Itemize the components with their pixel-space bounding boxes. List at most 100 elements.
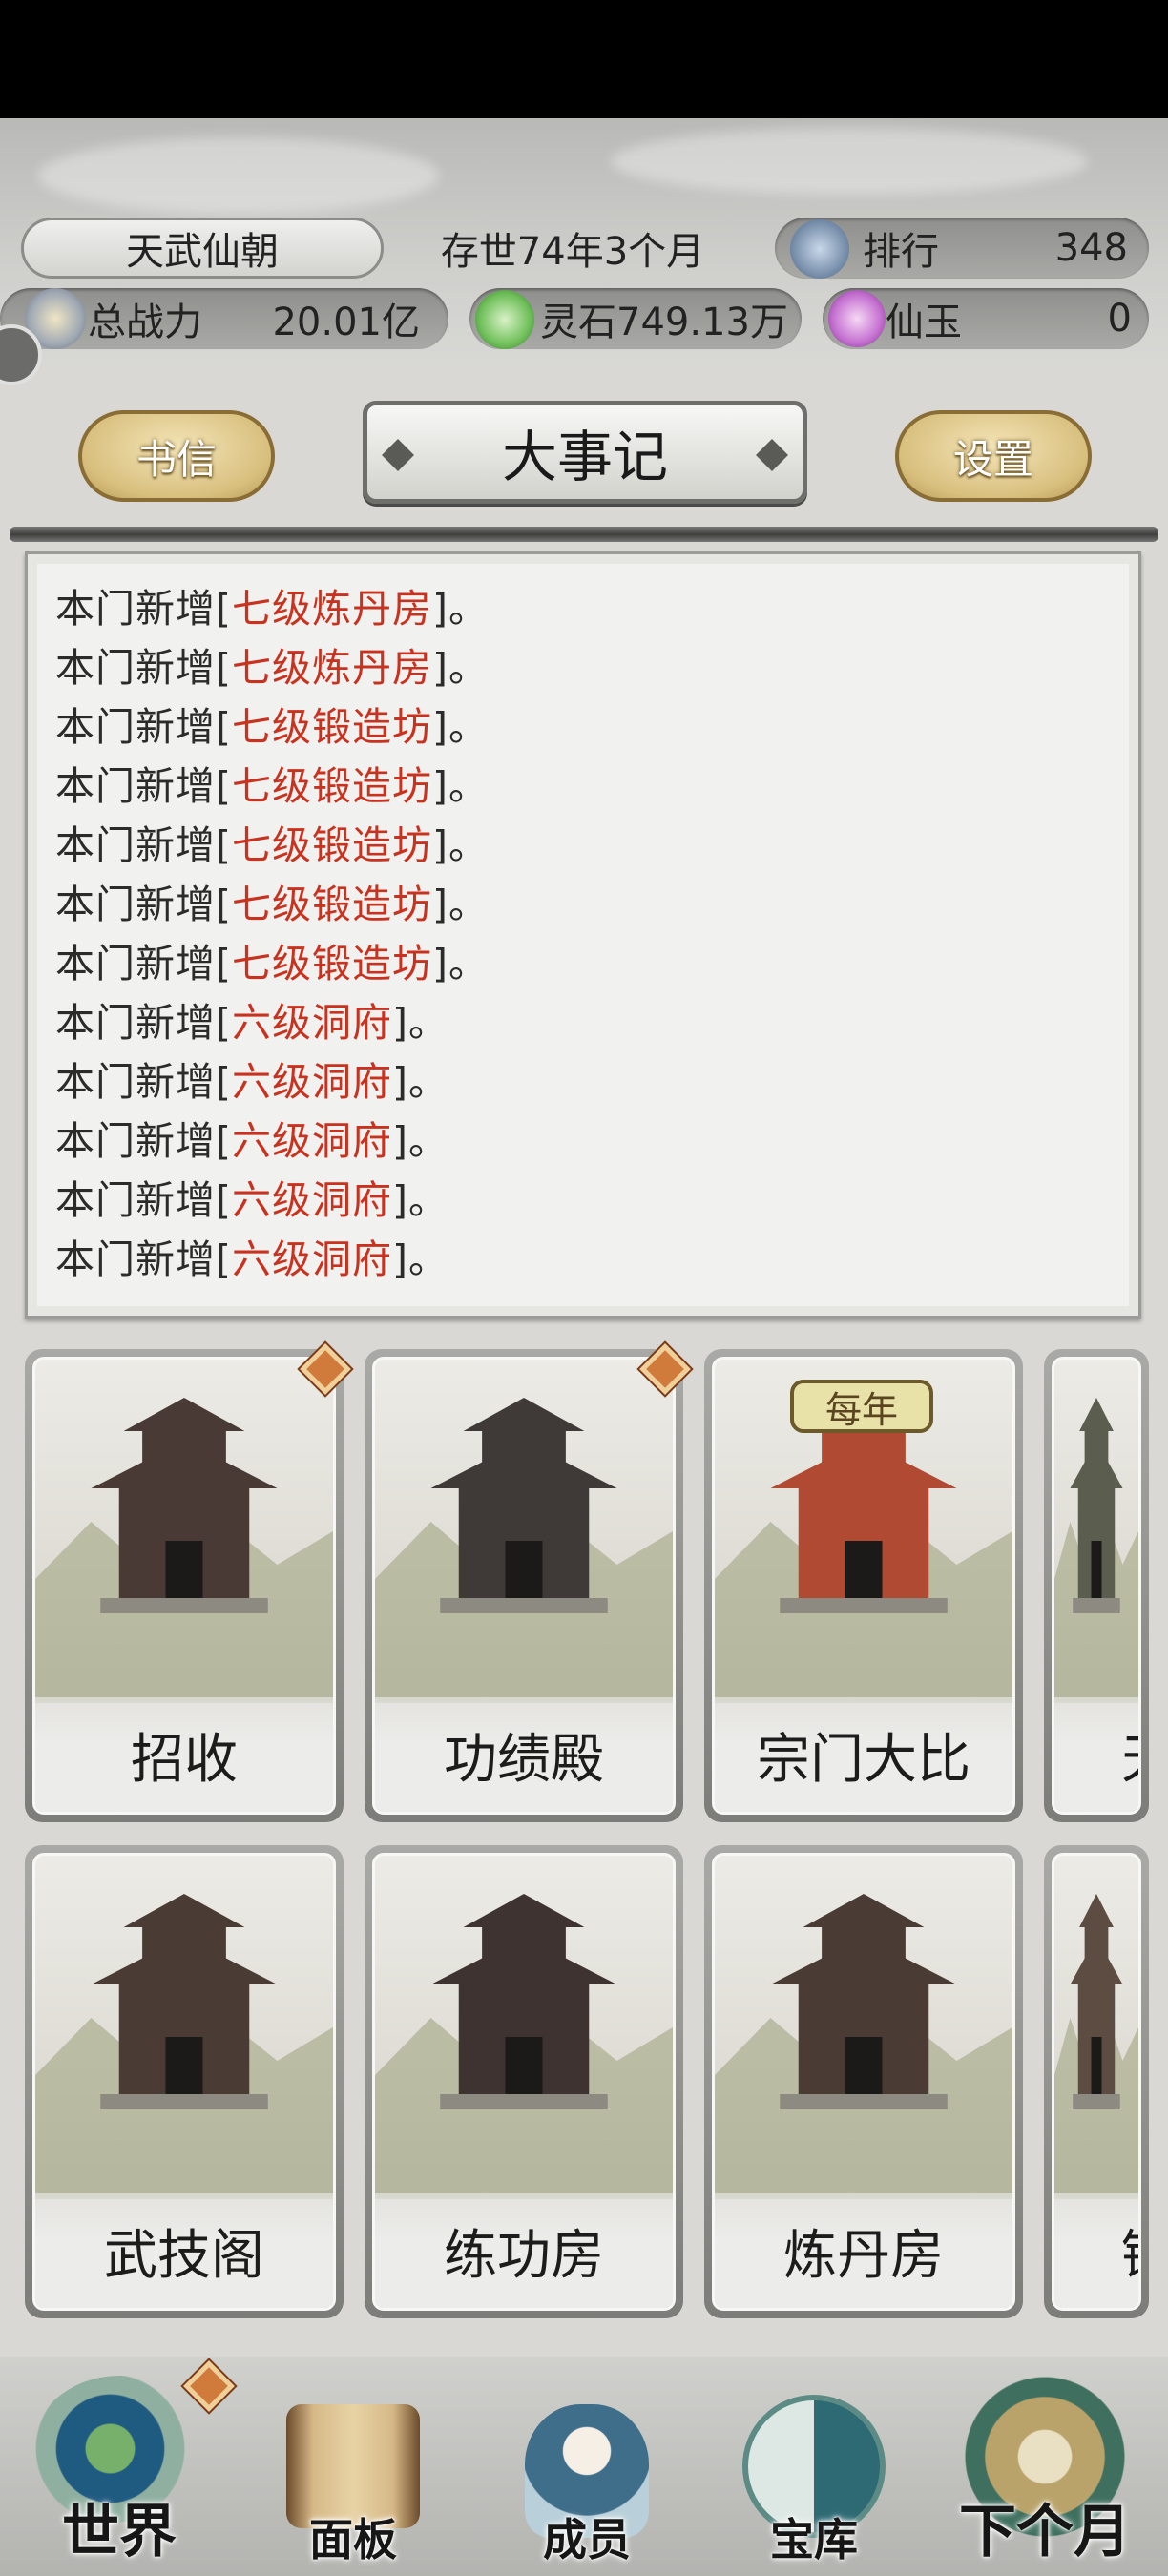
building-card-heaven-partial[interactable]: 天 xyxy=(1044,1349,1149,1822)
building-illustration xyxy=(375,1360,673,1703)
chronicle-title-plate: 大事记 xyxy=(363,401,807,504)
jade-label: 仙玉 xyxy=(886,301,962,344)
sect-name: 天武仙朝 xyxy=(126,230,279,274)
sect-age: 存世74年3个月 xyxy=(401,218,744,279)
log-entry-prefix: 本门新增[ xyxy=(55,704,232,750)
log-entry: 本门新增[六级洞府]。 xyxy=(55,1049,448,1107)
combat-power-display: 总战力 20.01亿 xyxy=(0,288,448,349)
building-card-martial-pavilion[interactable]: 武技阁 xyxy=(25,1845,344,2318)
building-card-frame: 炼丹房 xyxy=(712,1853,1015,2311)
log-entry-suffix: ]。 xyxy=(432,941,489,987)
log-entry-building: 七级锻造坊 xyxy=(232,704,432,750)
nav-panel[interactable]: 面板 xyxy=(253,2357,453,2576)
building-card-label: 锻 xyxy=(1054,2193,1138,2308)
building-card-label: 天 xyxy=(1054,1697,1138,1812)
building-illustration xyxy=(1054,1360,1138,1703)
log-entry-suffix: ]。 xyxy=(392,1059,448,1105)
jade-value: 0 xyxy=(1107,297,1132,341)
building-card-forge-partial[interactable]: 锻 xyxy=(1044,1845,1149,2318)
log-entry-building: 七级锻造坊 xyxy=(232,763,432,809)
log-entry: 本门新增[六级洞府]。 xyxy=(55,1227,448,1284)
immortal-jade-display[interactable]: 仙玉 0 xyxy=(823,288,1149,349)
rank-label: 排行 xyxy=(863,230,939,274)
log-entry-suffix: ]。 xyxy=(432,704,489,750)
log-entry: 本门新增[七级锻造坊]。 xyxy=(55,931,489,988)
building-card-label: 宗门大比 xyxy=(715,1697,1012,1812)
log-entry: 本门新增[七级锻造坊]。 xyxy=(55,754,489,811)
log-entry-building: 七级炼丹房 xyxy=(232,586,432,632)
building-illustration xyxy=(1054,1856,1138,2199)
log-entry-prefix: 本门新增[ xyxy=(55,1000,232,1046)
building-card-label: 炼丹房 xyxy=(715,2193,1012,2308)
building-card-frame: 锻 xyxy=(1052,1853,1141,2311)
building-card-recruit[interactable]: 招收 xyxy=(25,1349,344,1822)
letters-button[interactable]: 书信 xyxy=(78,410,275,502)
jade-icon xyxy=(828,290,886,347)
building-card-label: 武技阁 xyxy=(35,2193,333,2308)
building-illustration xyxy=(375,1856,673,2199)
building-card-frame: 招收 xyxy=(32,1357,336,1815)
building-card-label: 招收 xyxy=(35,1697,333,1812)
nav-panel-label: 面板 xyxy=(309,2514,397,2566)
building-illustration xyxy=(35,1360,333,1703)
building-card-label: 练功房 xyxy=(375,2193,673,2308)
log-entry: 本门新增[六级洞府]。 xyxy=(55,1109,448,1166)
building-card-training-room[interactable]: 练功房 xyxy=(365,1845,683,2318)
building-card-frame: 武技阁 xyxy=(32,1853,336,2311)
log-entry-prefix: 本门新增[ xyxy=(55,1118,232,1164)
log-entry-suffix: ]。 xyxy=(392,1177,448,1223)
log-entry-suffix: ]。 xyxy=(392,1118,448,1164)
log-entry-building: 六级洞府 xyxy=(232,1000,392,1046)
rank-value: 348 xyxy=(1054,226,1128,270)
nav-treasury[interactable]: 宝库 xyxy=(714,2357,914,2576)
log-entry-prefix: 本门新增[ xyxy=(55,586,232,632)
settings-button[interactable]: 设置 xyxy=(895,410,1092,502)
log-entry-prefix: 本门新增[ xyxy=(55,1177,232,1223)
building-card-merit-hall[interactable]: 功绩殿 xyxy=(365,1349,683,1822)
log-entry-building: 七级锻造坊 xyxy=(232,822,432,868)
nav-members[interactable]: 成员 xyxy=(487,2357,687,2576)
log-entry-building: 六级洞府 xyxy=(232,1177,392,1223)
log-entry-building: 七级锻造坊 xyxy=(232,882,432,927)
log-entry: 本门新增[六级洞府]。 xyxy=(55,1168,448,1225)
building-card-alchemy-room[interactable]: 炼丹房 xyxy=(704,1845,1023,2318)
ornament-left xyxy=(382,439,414,471)
ornament-right xyxy=(756,439,788,471)
sect-name-plate[interactable]: 天武仙朝 xyxy=(21,218,384,279)
combat-power-label: 总战力 xyxy=(88,301,202,344)
log-entry-suffix: ]。 xyxy=(432,763,489,809)
system-status-bar xyxy=(0,0,1168,118)
letters-label: 书信 xyxy=(136,435,217,483)
building-card-frame: 练功房 xyxy=(372,1853,676,2311)
log-entry: 本门新增[七级锻造坊]。 xyxy=(55,695,489,752)
nav-members-label: 成员 xyxy=(543,2514,631,2566)
log-entry-building: 六级洞府 xyxy=(232,1236,392,1282)
nav-treasury-label: 宝库 xyxy=(770,2514,858,2566)
log-entry-suffix: ]。 xyxy=(432,822,489,868)
rank-display[interactable]: 排行 348 xyxy=(775,218,1149,279)
building-illustration xyxy=(35,1856,333,2199)
log-entry-building: 七级锻造坊 xyxy=(232,941,432,987)
settings-label: 设置 xyxy=(952,435,1033,483)
building-card-frame: 功绩殿 xyxy=(372,1357,676,1815)
building-illustration xyxy=(715,1856,1012,2199)
log-entry: 本门新增[七级炼丹房]。 xyxy=(55,576,489,634)
spirit-stone-icon xyxy=(475,290,534,349)
log-entry-prefix: 本门新增[ xyxy=(55,822,232,868)
nav-next-month[interactable]: 下个月 xyxy=(945,2357,1145,2576)
log-entry: 本门新增[七级锻造坊]。 xyxy=(55,813,489,870)
nav-world[interactable]: 世界 xyxy=(19,2357,235,2576)
log-entry-building: 七级炼丹房 xyxy=(232,645,432,691)
log-entry-prefix: 本门新增[ xyxy=(55,763,232,809)
yearly-event-tag: 每年 xyxy=(790,1380,933,1433)
spirit-stone-text: 灵石749.13万 xyxy=(540,301,788,344)
spirit-stone-display[interactable]: 灵石749.13万 xyxy=(469,288,802,349)
page-title: 大事记 xyxy=(501,425,668,489)
log-entry-suffix: ]。 xyxy=(392,1000,448,1046)
sect-age-text: 存世74年3个月 xyxy=(440,230,705,274)
divider-rail xyxy=(10,527,1158,542)
building-card-label: 功绩殿 xyxy=(375,1697,673,1812)
log-entry-building: 六级洞府 xyxy=(232,1059,392,1105)
log-entry-prefix: 本门新增[ xyxy=(55,941,232,987)
log-entry-suffix: ]。 xyxy=(432,586,489,632)
